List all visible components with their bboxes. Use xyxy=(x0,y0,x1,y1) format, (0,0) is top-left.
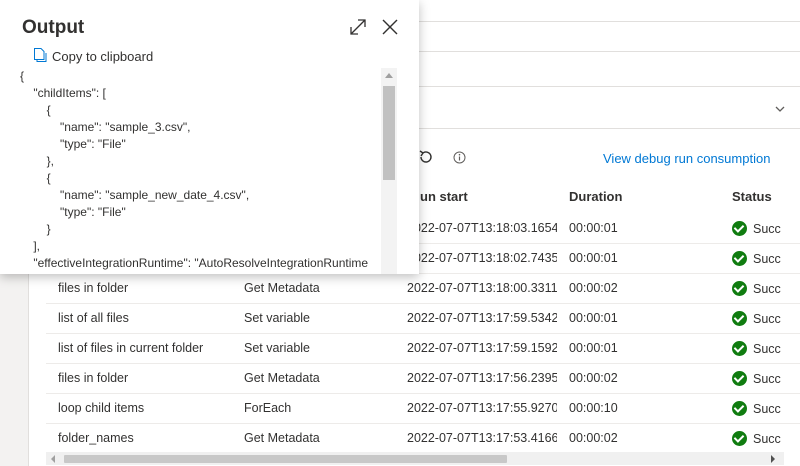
refresh-icon[interactable] xyxy=(418,149,434,165)
duration: 00:00:01 xyxy=(569,311,618,325)
table-row[interactable]: folder_names Get Metadata 2022-07-07T13:… xyxy=(46,423,800,453)
activity-type: Get Metadata xyxy=(244,431,320,445)
view-debug-run-consumption-link[interactable]: View debug run consumption xyxy=(603,151,770,166)
panel-title: Output xyxy=(22,17,85,38)
status-label: Succ xyxy=(753,282,781,296)
run-start: 2022-07-07T13:18:03.16540 xyxy=(407,221,557,235)
activity-name: loop child items xyxy=(58,401,145,415)
run-start: 2022-07-07T13:18:02.74352 xyxy=(407,251,557,265)
duration: 00:00:01 xyxy=(569,251,618,265)
table-row[interactable]: files in folder Get Metadata 2022-07-07T… xyxy=(46,273,800,304)
success-check-icon xyxy=(732,341,747,356)
table-row[interactable]: files in folder Get Metadata 2022-07-07T… xyxy=(46,363,800,394)
activity-name: list of files in current folder xyxy=(58,341,204,355)
table-row[interactable]: list of all files Set variable 2022-07-0… xyxy=(46,303,800,334)
status-label: Succ xyxy=(753,342,781,356)
code-line: "type": "File" xyxy=(20,137,126,151)
success-check-icon xyxy=(732,251,747,266)
status: Succ xyxy=(732,371,800,386)
status: Succ xyxy=(732,311,800,326)
vertical-scrollbar[interactable] xyxy=(381,68,397,274)
code-line: "name": "sample_3.csv", xyxy=(20,120,191,134)
expand-icon[interactable] xyxy=(349,18,367,36)
code-line: }, xyxy=(20,154,55,168)
activity-type: Get Metadata xyxy=(244,371,320,385)
code-line: { xyxy=(20,103,51,117)
scrollbar-thumb[interactable] xyxy=(64,455,507,463)
success-check-icon xyxy=(732,281,747,296)
horizontal-scrollbar[interactable] xyxy=(46,452,784,465)
status-label: Succ xyxy=(753,222,781,236)
run-start: 2022-07-07T13:17:59.53424 xyxy=(407,311,557,325)
status-label: Succ xyxy=(753,252,781,266)
status: Succ xyxy=(732,341,800,356)
status: Succ xyxy=(732,401,800,416)
activity-type: ForEach xyxy=(244,401,292,415)
activity-name: files in folder xyxy=(58,371,129,385)
success-check-icon xyxy=(732,431,747,446)
status-label: Succ xyxy=(753,432,781,446)
code-line: "name": "sample_new_date_4.csv", xyxy=(20,188,250,202)
code-line: "effectiveIntegrationRuntime": "AutoReso… xyxy=(20,256,369,270)
column-header-duration[interactable]: Duration xyxy=(569,189,622,204)
activity-type: Get Metadata xyxy=(244,281,320,295)
run-start: 2022-07-07T13:17:53.41660 xyxy=(407,431,557,445)
activity-type: Set variable xyxy=(244,341,311,355)
output-json: { "childItems": [ { "name": "sample_3.cs… xyxy=(20,68,378,274)
column-header-run-start[interactable]: un start xyxy=(420,189,468,204)
status-label: Succ xyxy=(753,312,781,326)
scroll-right-arrow-icon[interactable] xyxy=(771,455,775,463)
success-check-icon xyxy=(732,401,747,416)
status: Succ xyxy=(732,281,800,296)
scroll-left-arrow-icon[interactable] xyxy=(51,455,55,463)
status: Succ xyxy=(732,431,800,446)
status: Succ xyxy=(732,251,800,266)
code-line: "childItems": [ xyxy=(20,86,106,100)
duration: 00:00:10 xyxy=(569,401,618,415)
output-panel: Output Copy to clipboard { "childItems":… xyxy=(0,0,419,274)
code-line: "type": "File" xyxy=(20,205,126,219)
code-line: ], xyxy=(20,239,41,253)
status-label: Succ xyxy=(753,372,781,386)
success-check-icon xyxy=(732,371,747,386)
info-icon[interactable] xyxy=(453,151,466,164)
code-line: } xyxy=(20,222,51,236)
run-start: 2022-07-07T13:17:55.92700 xyxy=(407,401,557,415)
status: Succ xyxy=(732,221,800,236)
duration: 00:00:01 xyxy=(569,221,618,235)
duration: 00:00:01 xyxy=(569,341,618,355)
copy-icon xyxy=(34,48,47,62)
activity-type: Set variable xyxy=(244,311,311,325)
copy-label: Copy to clipboard xyxy=(52,49,154,64)
duration: 00:00:02 xyxy=(569,431,618,445)
duration: 00:00:02 xyxy=(569,281,618,295)
code-line: { xyxy=(20,171,51,185)
table-row[interactable]: loop child items ForEach 2022-07-07T13:1… xyxy=(46,393,800,424)
chevron-down-icon[interactable] xyxy=(775,104,785,114)
scrollbar-thumb[interactable] xyxy=(383,86,395,180)
activity-name: folder_names xyxy=(58,431,134,445)
activity-name: files in folder xyxy=(58,281,129,295)
code-line: { xyxy=(20,69,25,83)
duration: 00:00:02 xyxy=(569,371,618,385)
activity-name: list of all files xyxy=(58,311,129,325)
run-start: 2022-07-07T13:17:59.15921 xyxy=(407,341,557,355)
close-icon[interactable] xyxy=(381,18,399,36)
success-check-icon xyxy=(732,221,747,236)
scroll-up-arrow-icon[interactable] xyxy=(385,73,393,78)
column-header-status[interactable]: Status xyxy=(732,189,772,204)
run-start: 2022-07-07T13:17:56.23950 xyxy=(407,371,557,385)
success-check-icon xyxy=(732,311,747,326)
run-start: 2022-07-07T13:18:00.33114 xyxy=(407,281,557,295)
table-row[interactable]: list of files in current folder Set vari… xyxy=(46,333,800,364)
status-label: Succ xyxy=(753,402,781,416)
